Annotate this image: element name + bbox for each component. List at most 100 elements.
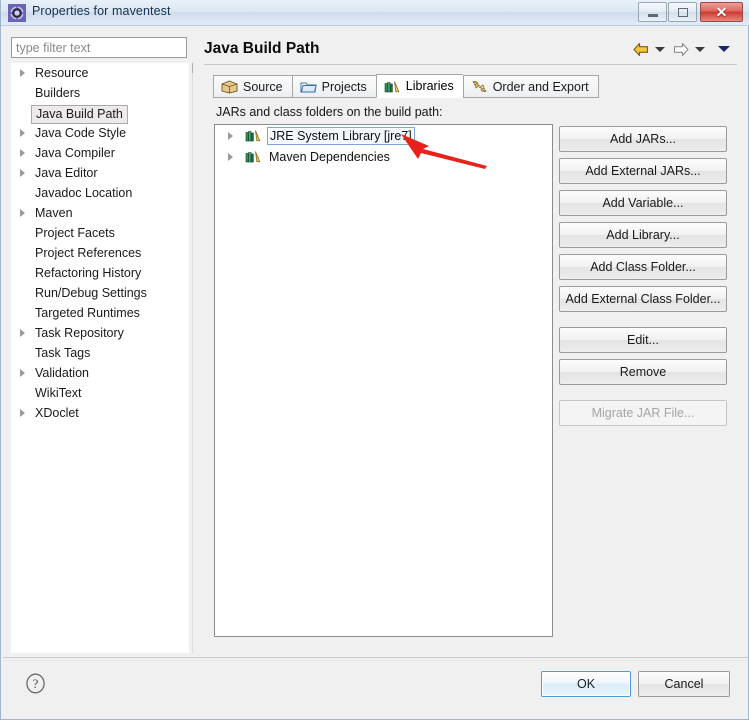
sidebar-item-maven[interactable]: Maven xyxy=(11,203,189,223)
sidebar-item-validation[interactable]: Validation xyxy=(11,363,189,383)
sidebar-item-label: Javadoc Location xyxy=(35,186,133,200)
footer-separator-2 xyxy=(3,660,748,661)
close-icon: ✕ xyxy=(715,4,728,20)
tab-bar[interactable]: Source Projects Libraries Order and Export xyxy=(213,74,599,98)
order-arrows-icon xyxy=(472,81,487,92)
navigation-controls xyxy=(633,41,737,59)
sidebar-item-builders[interactable]: Builders xyxy=(11,83,189,103)
title-bar: Properties for maventest ✕ xyxy=(1,0,749,26)
sidebar-item-label: WikiText xyxy=(35,386,82,400)
sidebar-item-java-code-style[interactable]: Java Code Style xyxy=(11,123,189,143)
window-title: Properties for maventest xyxy=(32,4,171,18)
expand-triangle-icon[interactable] xyxy=(20,209,25,217)
sidebar-item-run-debug-settings[interactable]: Run/Debug Settings xyxy=(11,283,189,303)
add-variable-button[interactable]: Add Variable... xyxy=(559,190,727,216)
tab-source[interactable]: Source xyxy=(213,75,292,98)
filter-input[interactable] xyxy=(11,37,187,58)
sidebar-item-label: Maven xyxy=(35,206,73,220)
add-external-class-folder-button[interactable]: Add External Class Folder... xyxy=(559,286,727,312)
tree-row[interactable]: JRE System Library [jre7] xyxy=(215,125,552,146)
sidebar-item-label: Java Compiler xyxy=(35,146,115,160)
tab-label: Projects xyxy=(321,79,367,94)
section-label: JARs and class folders on the build path… xyxy=(216,105,443,119)
sidebar-item-label: Java Editor xyxy=(35,166,98,180)
tab-label: Source xyxy=(243,79,283,94)
tab-order-and-export[interactable]: Order and Export xyxy=(462,75,599,98)
sidebar-item-label: Java Build Path xyxy=(31,105,128,124)
tree-row-label: Maven Dependencies xyxy=(269,149,390,164)
expand-triangle-icon[interactable] xyxy=(20,409,25,417)
help-question-icon[interactable]: ? xyxy=(25,673,46,694)
ok-button[interactable]: OK xyxy=(541,671,631,697)
expand-triangle-icon[interactable] xyxy=(20,369,25,377)
minimize-icon xyxy=(639,3,666,21)
tab-projects[interactable]: Projects xyxy=(291,75,376,98)
nav-menu-icon[interactable] xyxy=(718,46,730,52)
properties-dialog: Properties for maventest ✕ Resource Build… xyxy=(0,0,749,720)
migrate-jar-file-button: Migrate JAR File... xyxy=(559,400,727,426)
libraries-tree[interactable]: JRE System Library [jre7] Maven Dependenc… xyxy=(214,124,553,637)
library-books-icon xyxy=(245,151,261,163)
sidebar-item-task-repository[interactable]: Task Repository xyxy=(11,323,189,343)
add-class-folder-button[interactable]: Add Class Folder... xyxy=(559,254,727,280)
books-icon xyxy=(384,80,400,92)
sidebar-item-wikitext[interactable]: WikiText xyxy=(11,383,189,403)
expand-triangle-icon[interactable] xyxy=(20,169,25,177)
sidebar-item-label: Targeted Runtimes xyxy=(35,306,140,320)
add-external-jars-button[interactable]: Add External JARs... xyxy=(559,158,727,184)
sidebar-item-xdoclet[interactable]: XDoclet xyxy=(11,403,189,423)
expand-triangle-icon[interactable] xyxy=(20,69,25,77)
remove-button[interactable]: Remove xyxy=(559,359,727,385)
forward-arrow-icon[interactable] xyxy=(673,42,689,57)
sidebar-item-refactoring-history[interactable]: Refactoring History xyxy=(11,263,189,283)
sidebar-item-label: XDoclet xyxy=(35,406,79,420)
sidebar-item-javadoc-location[interactable]: Javadoc Location xyxy=(11,183,189,203)
folder-icon xyxy=(300,82,317,93)
tree-row[interactable]: Maven Dependencies xyxy=(215,146,552,167)
sidebar-item-targeted-runtimes[interactable]: Targeted Runtimes xyxy=(11,303,189,323)
back-arrow-icon[interactable] xyxy=(633,42,649,57)
maximize-button[interactable] xyxy=(668,2,697,22)
sidebar-item-label: Run/Debug Settings xyxy=(35,286,147,300)
back-dropdown-icon[interactable] xyxy=(655,47,665,52)
sidebar-item-label: Refactoring History xyxy=(35,266,142,280)
settings-tree[interactable]: Resource Builders Java Build Path Java Code… xyxy=(11,63,189,653)
minimize-button[interactable] xyxy=(638,2,667,22)
sidebar-divider-top xyxy=(192,63,193,73)
cancel-button[interactable]: Cancel xyxy=(638,671,730,697)
sidebar-item-task-tags[interactable]: Task Tags xyxy=(11,343,189,363)
expand-triangle-icon[interactable] xyxy=(228,153,233,161)
sidebar-item-label: Resource xyxy=(35,66,89,80)
expand-triangle-icon[interactable] xyxy=(228,132,233,140)
sidebar-divider xyxy=(192,73,193,653)
page-title: Java Build Path xyxy=(204,40,320,57)
add-jars-button[interactable]: Add JARs... xyxy=(559,126,727,152)
sidebar-item-project-references[interactable]: Project References xyxy=(11,243,189,263)
sidebar-item-label: Project Facets xyxy=(35,226,115,240)
tab-label: Libraries xyxy=(405,79,454,93)
properties-gear-icon xyxy=(8,4,26,22)
sidebar-item-label: Task Repository xyxy=(35,326,124,340)
close-button[interactable]: ✕ xyxy=(700,2,743,22)
expand-triangle-icon[interactable] xyxy=(20,129,25,137)
tab-libraries[interactable]: Libraries xyxy=(375,74,463,98)
sidebar-item-java-editor[interactable]: Java Editor xyxy=(11,163,189,183)
expand-triangle-icon[interactable] xyxy=(20,149,25,157)
sidebar-item-project-facets[interactable]: Project Facets xyxy=(11,223,189,243)
expand-triangle-icon[interactable] xyxy=(20,329,25,337)
forward-dropdown-icon[interactable] xyxy=(695,47,705,52)
sidebar-item-java-compiler[interactable]: Java Compiler xyxy=(11,143,189,163)
sidebar-item-resource[interactable]: Resource xyxy=(11,63,189,83)
footer-separator xyxy=(3,657,748,658)
sidebar-item-label: Validation xyxy=(35,366,89,380)
maximize-icon xyxy=(669,3,696,21)
sidebar-item-label: Builders xyxy=(35,86,81,100)
sidebar-item-label: Project References xyxy=(35,246,142,260)
edit-button[interactable]: Edit... xyxy=(559,327,727,353)
sidebar-item-label: Task Tags xyxy=(35,346,91,360)
svg-text:?: ? xyxy=(33,676,39,691)
source-package-icon xyxy=(221,80,238,94)
sidebar-item-java-build-path[interactable]: Java Build Path xyxy=(11,103,189,124)
sidebar-item-label: Java Code Style xyxy=(35,126,127,140)
add-library-button[interactable]: Add Library... xyxy=(559,222,727,248)
